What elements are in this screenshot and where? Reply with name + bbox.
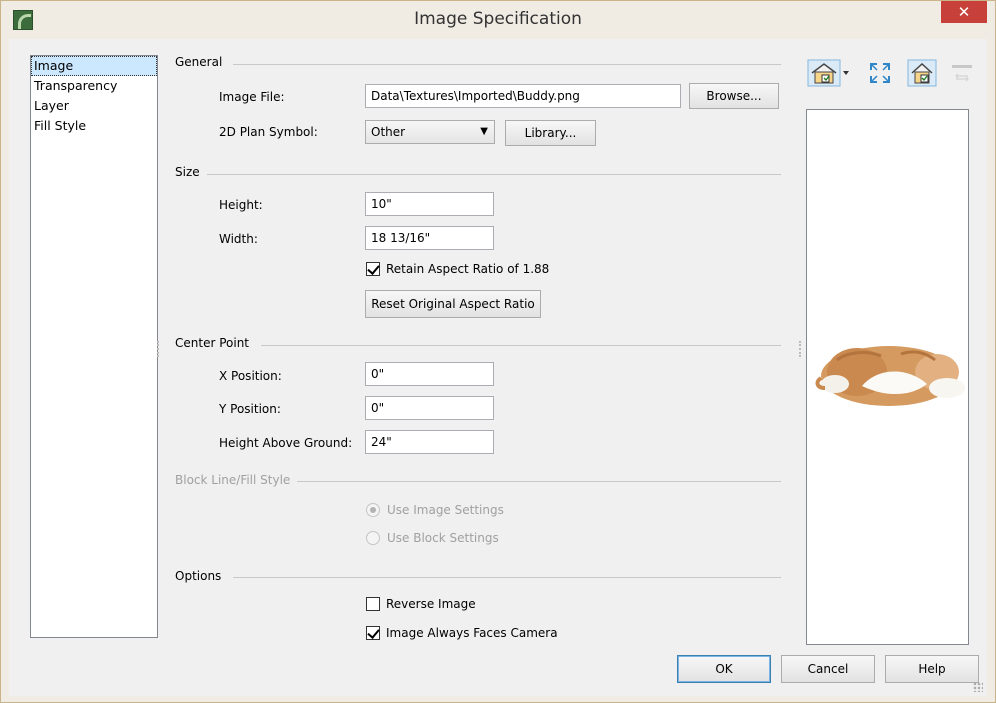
x-position-input[interactable]: 0" [365,362,494,386]
chevron-down-icon: ▼ [480,126,488,137]
section-divider [297,481,781,482]
close-button[interactable]: ✕ [941,1,987,23]
section-size-heading: Size [175,165,200,179]
faces-camera-label: Image Always Faces Camera [386,626,558,640]
use-block-settings-radio[interactable] [366,531,380,545]
fill-window-button[interactable] [866,59,894,87]
cancel-button[interactable]: Cancel [781,655,875,683]
title-bar: Image Specification ✕ [1,1,995,39]
image-preview-pane [806,109,969,645]
section-divider [261,345,781,346]
dialog-window: Image Specification ✕ Image Transparency… [0,0,996,703]
nav-item-transparency[interactable]: Transparency [31,76,157,96]
sync-button[interactable] [949,59,975,87]
splitter-grip-left[interactable] [157,341,159,357]
faces-camera-row[interactable]: Image Always Faces Camera [366,624,558,642]
reset-aspect-ratio-button[interactable]: Reset Original Aspect Ratio [365,290,541,318]
section-general-heading: General [175,55,223,69]
sync-icon [952,65,972,82]
retain-aspect-checkbox-row[interactable]: Retain Aspect Ratio of 1.88 [366,260,549,278]
preview-mode-button[interactable] [907,59,937,87]
section-block-style-heading: Block Line/Fill Style [175,473,291,487]
height-input[interactable]: 10" [365,192,494,216]
section-divider [233,64,781,65]
height-above-ground-input[interactable]: 24" [365,430,494,454]
use-image-settings-row[interactable]: Use Image Settings [366,501,504,519]
x-position-label: X Position: [219,369,282,383]
y-position-input[interactable]: 0" [365,396,494,420]
nav-item-fill-style[interactable]: Fill Style [31,116,157,136]
use-block-settings-label: Use Block Settings [387,531,499,545]
ok-button[interactable]: OK [677,655,771,683]
library-button[interactable]: Library... [505,120,596,146]
category-list[interactable]: Image Transparency Layer Fill Style [30,55,158,638]
help-button[interactable]: Help [885,655,979,683]
reverse-image-row[interactable]: Reverse Image [366,595,476,613]
image-file-input[interactable]: Data\Textures\Imported\Buddy.png [365,84,681,108]
plan-symbol-select[interactable]: Other ▼ [365,120,495,144]
use-block-settings-row[interactable]: Use Block Settings [366,529,499,547]
nav-item-layer[interactable]: Layer [31,96,157,116]
height-above-ground-label: Height Above Ground: [219,436,353,450]
resize-grip-icon[interactable] [973,682,983,692]
section-divider [207,174,781,175]
width-label: Width: [219,232,258,246]
faces-camera-checkbox[interactable] [366,626,380,640]
width-input[interactable]: 18 13/16" [365,226,494,250]
use-image-settings-radio[interactable] [366,503,380,517]
section-center-point-heading: Center Point [175,336,249,350]
nav-item-image[interactable]: Image [31,56,157,76]
preview-mode-icon [907,59,937,87]
image-file-label: Image File: [219,90,285,104]
retain-aspect-checkbox[interactable] [366,262,380,276]
retain-aspect-label: Retain Aspect Ratio of 1.88 [386,262,550,276]
reverse-image-checkbox[interactable] [366,597,380,611]
y-position-label: Y Position: [219,402,281,416]
fill-window-icon [870,63,890,83]
section-options-heading: Options [175,569,222,583]
cat-preview-image [815,346,965,406]
view-options-icon [807,59,849,87]
view-options-button[interactable] [807,59,853,87]
reverse-image-label: Reverse Image [386,597,476,611]
section-divider [233,577,781,578]
use-image-settings-label: Use Image Settings [387,503,504,517]
browse-button[interactable]: Browse... [689,83,779,109]
plan-symbol-value: Other [371,125,406,139]
dialog-title: Image Specification [414,9,582,29]
dialog-body: Image Transparency Layer Fill Style Gene… [9,39,987,696]
plan-symbol-label: 2D Plan Symbol: [219,125,318,139]
splitter-grip-right[interactable] [799,341,801,357]
height-label: Height: [219,198,263,212]
